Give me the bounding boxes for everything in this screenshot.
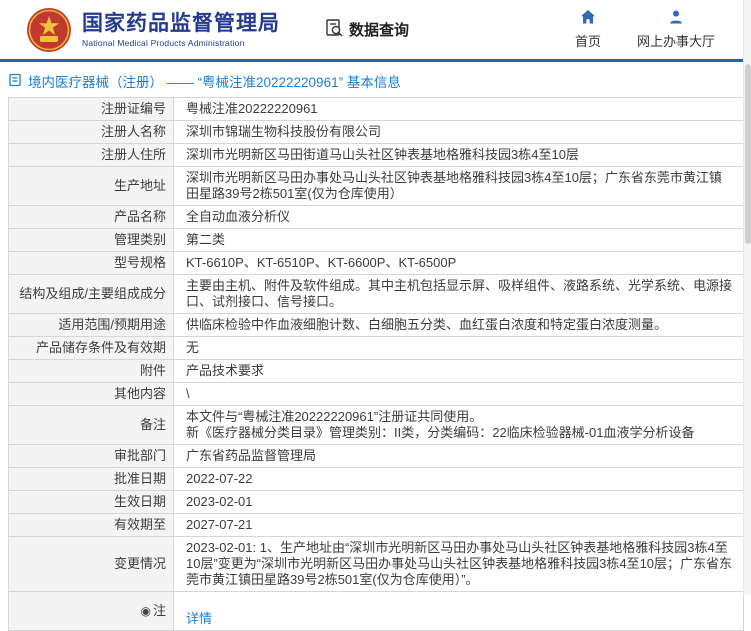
scrollbar-thumb[interactable] bbox=[745, 64, 751, 244]
row-label: 结构及组成/主要组成成分 bbox=[8, 274, 174, 314]
row-label: 注册人住所 bbox=[8, 143, 174, 167]
table-row: 其他内容 \ bbox=[8, 382, 744, 406]
row-label: 审批部门 bbox=[8, 444, 174, 468]
row-label: 变更情况 bbox=[8, 536, 174, 592]
table-row: 管理类别 第二类 bbox=[8, 228, 744, 252]
row-label: 生产地址 bbox=[8, 166, 174, 206]
table-row: 批准日期 2022-07-22 bbox=[8, 467, 744, 491]
table-row: 备注 本文件与“粤械注准20222220961”注册证共同使用。 新《医疗器械分… bbox=[8, 405, 744, 445]
nav-home-label: 首页 bbox=[574, 34, 601, 49]
row-label: 管理类别 bbox=[8, 228, 174, 252]
note-icon: ◉ bbox=[140, 604, 151, 618]
data-query-tab[interactable]: 数据查询 bbox=[324, 18, 409, 42]
row-label: 生效日期 bbox=[8, 490, 174, 514]
nav-online-hall-label: 网上办事大厅 bbox=[636, 34, 715, 49]
org-name-en: National Medical Products Administration bbox=[82, 37, 245, 48]
registration-info-table: 注册证编号 粤械注准20222220961 注册人名称 深圳市锦瑞生物科技股份有… bbox=[8, 97, 744, 631]
row-label: 注册人名称 bbox=[8, 120, 174, 144]
row-value: 深圳市光明新区马田街道马山头社区钟表基地格雅科技园3栋4至10层 bbox=[173, 143, 744, 167]
table-row: 生效日期 2023-02-01 bbox=[8, 490, 744, 514]
table-row: 注册证编号 粤械注准20222220961 bbox=[8, 97, 744, 121]
table-row: 有效期至 2027-07-21 bbox=[8, 513, 744, 537]
table-row: 审批部门 广东省药品监督管理局 bbox=[8, 444, 744, 468]
header-right-nav: 首页 网上办事大厅 bbox=[575, 9, 737, 50]
row-value: 产品技术要求 bbox=[173, 359, 744, 383]
table-row: 结构及组成/主要组成成分 主要由主机、附件及软件组成。其中主机包括显示屏、吸样组… bbox=[8, 274, 744, 314]
row-label: 附件 bbox=[8, 359, 174, 383]
page-title-bar: 境内医疗器械（注册） —— “粤械注准20222220961” 基本信息 bbox=[0, 62, 751, 97]
row-value: 2027-07-21 bbox=[173, 513, 744, 537]
national-emblem-logo bbox=[26, 7, 72, 53]
data-query-label: 数据查询 bbox=[349, 22, 410, 39]
row-value: 深圳市锦瑞生物科技股份有限公司 bbox=[173, 120, 744, 144]
row-value: 广东省药品监督管理局 bbox=[173, 444, 744, 468]
table-row: 注册人住所 深圳市光明新区马田街道马山头社区钟表基地格雅科技园3栋4至10层 bbox=[8, 143, 744, 167]
org-name-block: 国家药品监督管理局 National Medical Products Admi… bbox=[82, 12, 280, 48]
row-value: 供临床检验中作血液细胞计数、白细胞五分类、血红蛋白浓度和特定蛋白浓度测量。 bbox=[173, 313, 744, 337]
detail-link[interactable]: 详情 bbox=[186, 611, 212, 626]
person-icon bbox=[668, 9, 684, 28]
row-label: 有效期至 bbox=[8, 513, 174, 537]
scrollbar[interactable] bbox=[743, 0, 751, 595]
row-value: 粤械注准20222220961 bbox=[173, 97, 744, 121]
table-row: 生产地址 深圳市光明新区马田办事处马山头社区钟表基地格雅科技园3栋4至10层；广… bbox=[8, 166, 744, 206]
registration-doc-icon bbox=[8, 73, 22, 90]
home-icon bbox=[580, 9, 596, 28]
row-value: KT-6610P、KT-6510P、KT-6600P、KT-6500P bbox=[173, 251, 744, 275]
row-value: 深圳市光明新区马田办事处马山头社区钟表基地格雅科技园3栋4至10层；广东省东莞市… bbox=[173, 166, 744, 206]
national-emblem-icon bbox=[27, 7, 71, 52]
data-query-icon bbox=[324, 18, 344, 42]
row-label: 注 bbox=[152, 603, 166, 618]
site-header: 国家药品监督管理局 National Medical Products Admi… bbox=[0, 0, 751, 59]
row-value: 本文件与“粤械注准20222220961”注册证共同使用。 新《医疗器械分类目录… bbox=[173, 405, 744, 445]
nav-home[interactable]: 首页 bbox=[575, 9, 601, 50]
table-row: 变更情况 2023-02-01: 1、生产地址由“深圳市光明新区马田办事处马山头… bbox=[8, 536, 744, 592]
table-row: 型号规格 KT-6610P、KT-6510P、KT-6600P、KT-6500P bbox=[8, 251, 744, 275]
table-row: 产品名称 全自动血液分析仪 bbox=[8, 205, 744, 229]
row-label: 批准日期 bbox=[8, 467, 174, 491]
row-value: 第二类 bbox=[173, 228, 744, 252]
org-name-cn: 国家药品监督管理局 bbox=[82, 11, 280, 35]
table-row: 附件 产品技术要求 bbox=[8, 359, 744, 383]
table-row: 产品储存条件及有效期 无 bbox=[8, 336, 744, 360]
row-label: 注册证编号 bbox=[8, 97, 174, 121]
row-value: 2023-02-01: 1、生产地址由“深圳市光明新区马田办事处马山头社区钟表基… bbox=[173, 536, 744, 592]
row-value: 全自动血液分析仪 bbox=[173, 205, 744, 229]
row-value: 2022-07-22 bbox=[173, 467, 744, 491]
row-label: 适用范围/预期用途 bbox=[8, 313, 174, 337]
page-title: 境内医疗器械（注册） —— “粤械注准20222220961” 基本信息 bbox=[28, 75, 401, 90]
row-value: 2023-02-01 bbox=[173, 490, 744, 514]
row-label: 产品名称 bbox=[8, 205, 174, 229]
table-row: 适用范围/预期用途 供临床检验中作血液细胞计数、白细胞五分类、血红蛋白浓度和特定… bbox=[8, 313, 744, 337]
table-row-note: ◉ 注 详情 bbox=[8, 591, 744, 631]
row-value: 主要由主机、附件及软件组成。其中主机包括显示屏、吸样组件、液路系统、光学系统、电… bbox=[173, 274, 744, 314]
row-label: 产品储存条件及有效期 bbox=[8, 336, 174, 360]
nav-online-hall[interactable]: 网上办事大厅 bbox=[637, 9, 715, 50]
row-label: 备注 bbox=[8, 405, 174, 445]
table-row: 注册人名称 深圳市锦瑞生物科技股份有限公司 bbox=[8, 120, 744, 144]
row-value: 无 bbox=[173, 336, 744, 360]
row-label: 型号规格 bbox=[8, 251, 174, 275]
row-value: \ bbox=[173, 382, 744, 406]
row-label: 其他内容 bbox=[8, 382, 174, 406]
